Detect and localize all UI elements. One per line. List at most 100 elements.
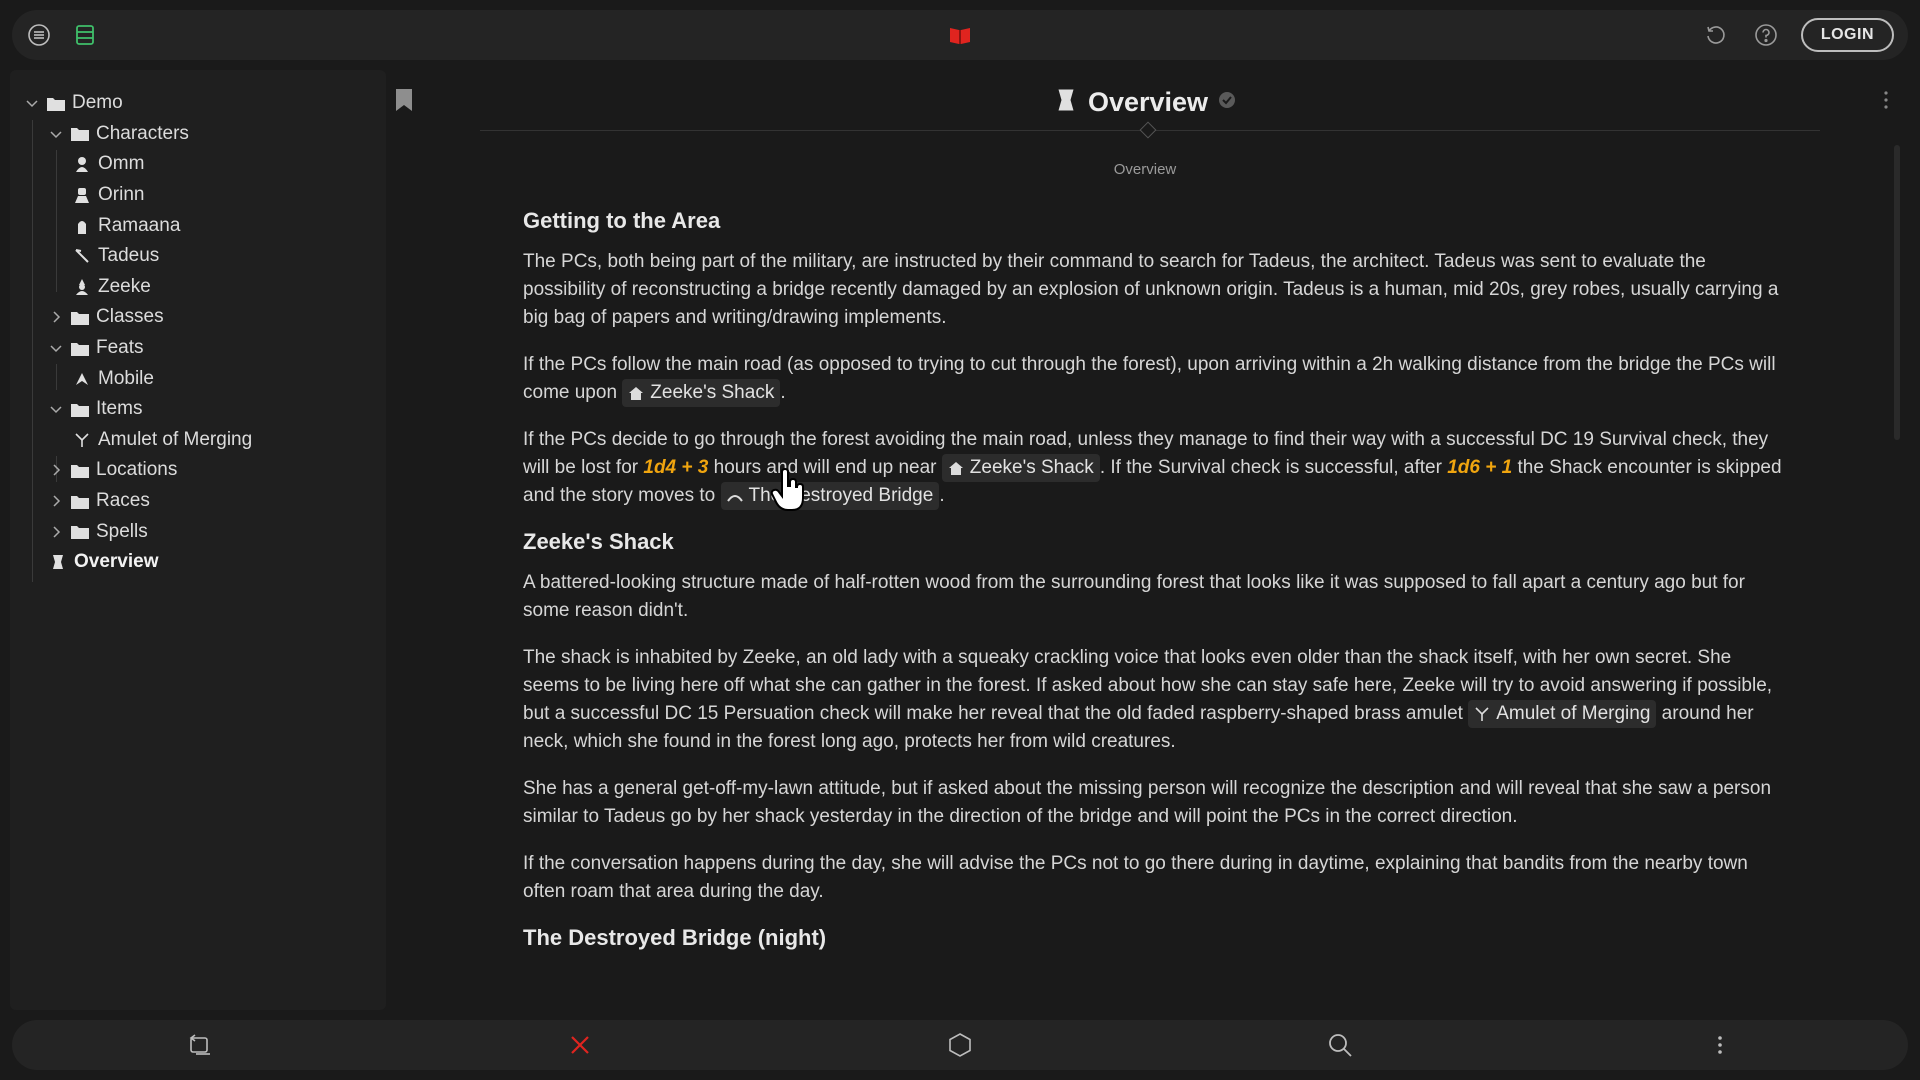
top-bar: LOGIN [12, 10, 1908, 60]
link-chip-the-destroyed-bridge[interactable]: The Destroyed Bridge [720, 482, 940, 511]
folder-icon [70, 400, 90, 418]
tree-item-demo[interactable]: Demo [10, 88, 386, 119]
chip-label: Amulet of Merging [1496, 703, 1651, 725]
more-icon[interactable] [1707, 1032, 1733, 1058]
link-chip-zeekes-shack[interactable]: Zeeke's Shack [941, 454, 1100, 483]
inbox-icon[interactable] [70, 20, 100, 50]
scrollbar[interactable] [1894, 145, 1900, 440]
tree-item-classes[interactable]: Classes [10, 302, 386, 333]
text-span: . [939, 485, 945, 507]
tree-item-label: Demo [72, 92, 123, 114]
tree-item-locations[interactable]: Locations [10, 455, 386, 486]
chevron-down-icon[interactable] [48, 126, 64, 142]
link-chip-amulet-of-merging[interactable]: Amulet of Merging [1468, 700, 1657, 729]
page-title: Overview [1087, 86, 1209, 117]
chevron-down-icon[interactable] [48, 401, 64, 417]
character-icon [72, 217, 92, 235]
paragraph: If the PCs follow the main road (as oppo… [523, 351, 1783, 407]
switch-icon[interactable] [187, 1032, 213, 1058]
chevron-down-icon[interactable] [24, 95, 40, 111]
help-icon[interactable] [1751, 20, 1781, 50]
chevron-right-icon[interactable] [48, 493, 64, 509]
verified-icon [1218, 91, 1236, 114]
chevron-right-icon[interactable] [48, 462, 64, 478]
tree-item-spells[interactable]: Spells [10, 516, 386, 547]
tree-item-label: Feats [96, 337, 144, 359]
tree-item-label: Spells [96, 520, 148, 542]
tree-item-label: Races [96, 490, 150, 512]
text-span: . If the Survival check is successful, a… [1099, 457, 1448, 479]
feat-icon [72, 370, 92, 388]
tree-item-zeeke[interactable]: Zeeke [10, 272, 386, 303]
tree-item-tadeus[interactable]: Tadeus [10, 241, 386, 272]
folder-icon [70, 125, 90, 143]
paragraph: She has a general get-off-my-lawn attitu… [523, 778, 1772, 828]
tree-item-label: Characters [96, 122, 189, 144]
amulet-icon [1475, 707, 1489, 722]
tree-item-feats[interactable]: Feats [10, 333, 386, 364]
main-content: Overview Overview Getting to the Area Th… [470, 70, 1890, 1010]
paragraph: The shack is inhabited by Zeeke, an old … [523, 644, 1783, 756]
chevron-down-icon[interactable] [48, 340, 64, 356]
tree-item-label: Omm [98, 153, 145, 175]
chip-label: Zeeke's Shack [969, 457, 1094, 479]
paragraph: If the PCs decide to go through the fore… [523, 426, 1783, 511]
topbar-right: LOGIN [1701, 10, 1894, 60]
tree-item-mobile[interactable]: Mobile [10, 363, 386, 394]
folder-icon [46, 94, 66, 112]
hand-cursor-icon [770, 467, 808, 512]
folder-icon [70, 523, 90, 541]
scroll-icon [1054, 88, 1078, 117]
tree-item-label: Amulet of Merging [98, 428, 253, 450]
topbar-left [24, 10, 100, 60]
tree-item-ramaana[interactable]: Ramaana [10, 210, 386, 241]
character-icon [72, 186, 92, 204]
tree-item-items[interactable]: Items [10, 394, 386, 425]
tree-item-label: Tadeus [98, 245, 160, 267]
bottom-bar [12, 1020, 1908, 1070]
link-chip-zeekes-shack[interactable]: Zeeke's Shack [622, 379, 781, 407]
tree-item-orinn[interactable]: Orinn [10, 180, 386, 211]
character-icon [72, 278, 92, 296]
dice-roll-1d4-3[interactable]: 1d4 + 3 [643, 457, 708, 478]
tree-item-label: Mobile [98, 367, 154, 389]
sidebar-tree: Demo Characters Omm Orinn Ramaana Tadeus… [10, 70, 386, 1010]
diamond-icon [1139, 121, 1157, 139]
tree-item-label: Orinn [98, 184, 145, 206]
chevron-right-icon[interactable] [48, 524, 64, 540]
tree-item-label: Items [96, 398, 143, 420]
dice-roll-1d6-1[interactable]: 1d6 + 1 [1447, 457, 1512, 478]
scroll-icon [48, 553, 68, 571]
tree-item-label: Locations [96, 459, 178, 481]
page-title-row: Overview [470, 80, 1820, 124]
tree-item-label: Zeeke [98, 275, 151, 297]
undo-icon[interactable] [1701, 20, 1731, 50]
book-icon[interactable] [945, 20, 975, 50]
paragraph: A battered-looking structure made of hal… [523, 572, 1745, 622]
chevron-right-icon[interactable] [48, 309, 64, 325]
tree-item-overview[interactable]: Overview [10, 547, 386, 578]
document-body: Getting to the Area The PCs, both being … [523, 190, 1783, 965]
section-heading: Zeeke's Shack [523, 529, 674, 555]
search-icon[interactable] [1327, 1032, 1353, 1058]
tree-item-omm[interactable]: Omm [10, 149, 386, 180]
more-options-icon[interactable] [1880, 88, 1890, 112]
folder-icon [70, 461, 90, 479]
text-span: hours and will end up near [708, 457, 942, 479]
text-span: . [780, 382, 786, 404]
folder-icon [70, 339, 90, 357]
folder-icon [70, 308, 90, 326]
house-icon [948, 462, 963, 476]
menu-icon[interactable] [24, 20, 54, 50]
hexagon-icon[interactable] [947, 1032, 973, 1058]
topbar-center [945, 10, 975, 60]
close-icon[interactable] [567, 1032, 593, 1058]
folder-icon [70, 492, 90, 510]
bookmark-icon[interactable] [394, 88, 414, 112]
tree-item-races[interactable]: Races [10, 486, 386, 517]
login-button[interactable]: LOGIN [1800, 18, 1894, 52]
paragraph: If the conversation happens during the d… [523, 853, 1748, 903]
tree-item-amulet-of-merging[interactable]: Amulet of Merging [10, 425, 386, 456]
tree-item-characters[interactable]: Characters [10, 119, 386, 150]
amulet-icon [72, 431, 92, 449]
